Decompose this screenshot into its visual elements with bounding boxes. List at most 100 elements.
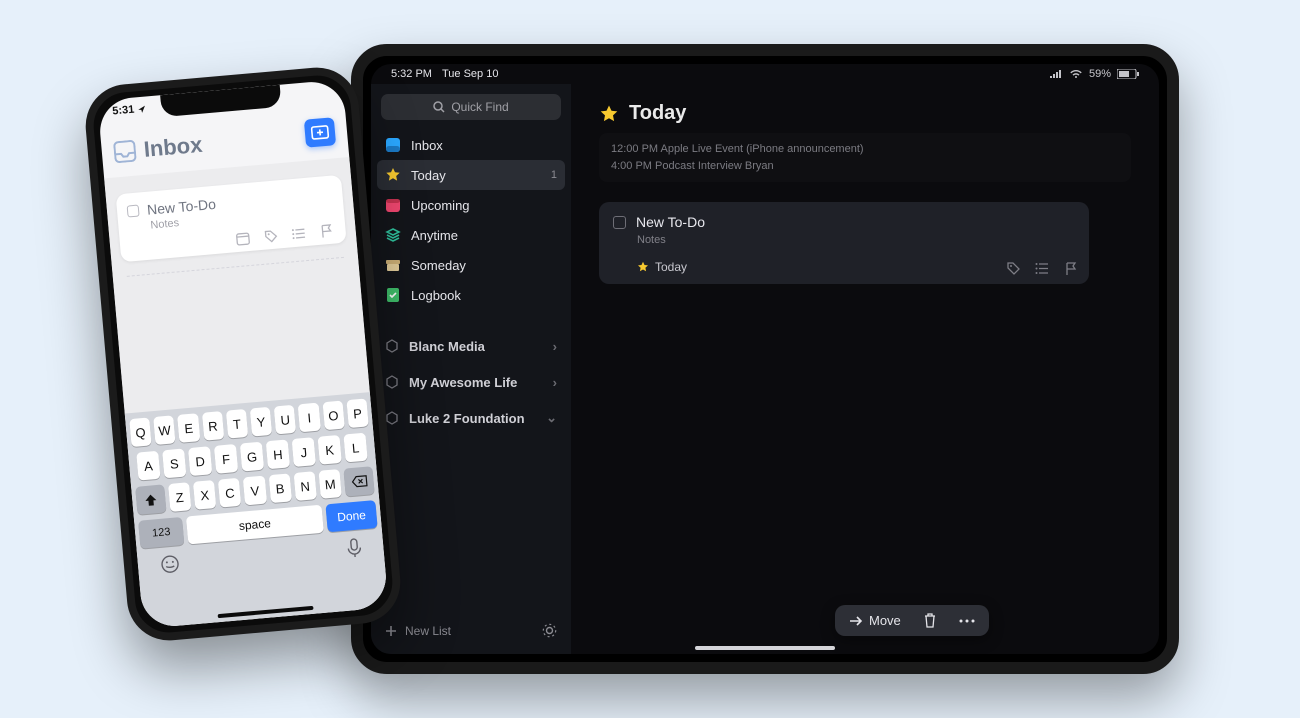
- sidebar-label: Upcoming: [411, 198, 470, 213]
- keyboard: Q W E R T Y U I O P A S D F G H J K L: [125, 392, 389, 629]
- sidebar-label: Anytime: [411, 228, 458, 243]
- checkbox[interactable]: [127, 205, 140, 218]
- todo-when-label: Today: [655, 260, 687, 274]
- key-c[interactable]: C: [218, 478, 242, 508]
- wifi-icon: [1069, 69, 1083, 79]
- settings-icon[interactable]: [542, 623, 557, 638]
- ipad-screen: 5:32 PM Tue Sep 10 59% Quick Find Inbox: [371, 64, 1159, 654]
- key-g[interactable]: G: [240, 442, 264, 472]
- more-icon[interactable]: [959, 618, 975, 624]
- key-shift[interactable]: [135, 484, 166, 514]
- key-d[interactable]: D: [188, 446, 212, 476]
- tag-icon[interactable]: [1006, 261, 1021, 276]
- mic-icon[interactable]: [346, 537, 362, 558]
- status-battery-pct: 59%: [1089, 68, 1111, 80]
- star-icon: [637, 261, 649, 273]
- cube-icon: [385, 411, 399, 425]
- ipad-status-bar: 5:32 PM Tue Sep 10 59%: [371, 64, 1159, 82]
- area-blanc-media[interactable]: Blanc Media ›: [371, 328, 571, 364]
- key-w[interactable]: W: [153, 415, 176, 445]
- area-my-awesome-life[interactable]: My Awesome Life ›: [371, 364, 571, 400]
- key-done[interactable]: Done: [325, 500, 377, 532]
- sidebar-item-today[interactable]: Today 1: [377, 160, 565, 190]
- key-v[interactable]: V: [243, 476, 267, 506]
- new-todo-card[interactable]: New To-Do Notes: [116, 175, 347, 262]
- sidebar-item-anytime[interactable]: Anytime: [371, 220, 571, 250]
- key-m[interactable]: M: [318, 469, 342, 499]
- key-i[interactable]: I: [298, 403, 321, 433]
- key-b[interactable]: B: [268, 473, 292, 503]
- iphone-device: 5:31 Inbox New To-Do Notes: [82, 64, 404, 644]
- star-icon: [385, 167, 401, 183]
- key-q[interactable]: Q: [129, 417, 152, 447]
- status-date: Tue Sep 10: [442, 68, 498, 80]
- todo-notes[interactable]: Notes: [637, 234, 1075, 246]
- key-t[interactable]: T: [226, 409, 249, 439]
- shift-icon: [144, 493, 158, 507]
- trash-icon[interactable]: [923, 613, 937, 628]
- list-separator: [127, 257, 344, 277]
- key-a[interactable]: A: [136, 451, 160, 481]
- logbook-icon: [385, 287, 401, 303]
- key-s[interactable]: S: [162, 449, 186, 479]
- key-l[interactable]: L: [343, 433, 367, 463]
- checkbox[interactable]: [613, 216, 626, 229]
- sidebar-label: Logbook: [411, 288, 461, 303]
- new-todo-card[interactable]: New To-Do Notes Today: [599, 202, 1089, 284]
- quick-find[interactable]: Quick Find: [381, 94, 561, 120]
- sidebar-label: Today: [411, 168, 446, 183]
- archive-icon: [385, 257, 401, 273]
- sidebar-item-inbox[interactable]: Inbox: [371, 130, 571, 160]
- emoji-icon[interactable]: [159, 553, 181, 575]
- key-h[interactable]: H: [266, 439, 290, 469]
- search-icon: [433, 101, 445, 113]
- flag-icon[interactable]: [1064, 261, 1079, 276]
- key-e[interactable]: E: [177, 413, 200, 443]
- checklist-icon[interactable]: [291, 226, 306, 241]
- page-title: Inbox: [113, 132, 204, 166]
- key-p[interactable]: P: [346, 398, 369, 428]
- move-label: Move: [869, 613, 901, 628]
- sidebar-item-upcoming[interactable]: Upcoming: [371, 190, 571, 220]
- cube-icon: [385, 375, 399, 389]
- flag-icon[interactable]: [319, 224, 334, 239]
- sidebar-item-someday[interactable]: Someday: [371, 250, 571, 280]
- key-r[interactable]: R: [202, 411, 225, 441]
- key-backspace[interactable]: [343, 466, 374, 496]
- new-todo-button[interactable]: [304, 117, 336, 148]
- calendar-icon[interactable]: [235, 231, 250, 246]
- sidebar-item-logbook[interactable]: Logbook: [371, 280, 571, 310]
- key-123[interactable]: 123: [138, 517, 184, 549]
- key-j[interactable]: J: [292, 437, 316, 467]
- chevron-right-icon: ›: [553, 339, 557, 354]
- battery-icon: [1117, 69, 1139, 79]
- key-x[interactable]: X: [193, 480, 217, 510]
- key-n[interactable]: N: [293, 471, 317, 501]
- home-indicator[interactable]: [695, 646, 835, 650]
- ipad-sidebar: Quick Find Inbox Today 1 Upcoming Anytim…: [371, 84, 571, 654]
- plus-icon: [385, 625, 397, 637]
- key-z[interactable]: Z: [168, 482, 192, 512]
- quick-find-label: Quick Find: [451, 100, 508, 114]
- chevron-right-icon: ›: [553, 375, 557, 390]
- page-title-text: Inbox: [143, 132, 204, 163]
- location-icon: [137, 104, 147, 114]
- backspace-icon: [351, 475, 368, 488]
- key-f[interactable]: F: [214, 444, 238, 474]
- layers-icon: [385, 227, 401, 243]
- key-space[interactable]: space: [186, 505, 324, 545]
- calendar-events: 12:00 PM Apple Live Event (iPhone announ…: [599, 133, 1131, 182]
- new-list-button[interactable]: New List: [385, 624, 451, 638]
- todo-title[interactable]: New To-Do: [636, 214, 705, 230]
- key-y[interactable]: Y: [250, 407, 273, 437]
- checklist-icon[interactable]: [1035, 261, 1050, 276]
- iphone-status-time: 5:31: [112, 103, 147, 118]
- key-k[interactable]: K: [318, 435, 342, 465]
- iphone-screen: 5:31 Inbox New To-Do Notes: [97, 79, 388, 628]
- move-button[interactable]: Move: [849, 613, 901, 628]
- tag-icon[interactable]: [263, 229, 278, 244]
- area-luke-2-foundation[interactable]: Luke 2 Foundation ⌄: [371, 400, 571, 436]
- key-u[interactable]: U: [274, 405, 297, 435]
- key-o[interactable]: O: [322, 401, 345, 431]
- inbox-icon: [385, 137, 401, 153]
